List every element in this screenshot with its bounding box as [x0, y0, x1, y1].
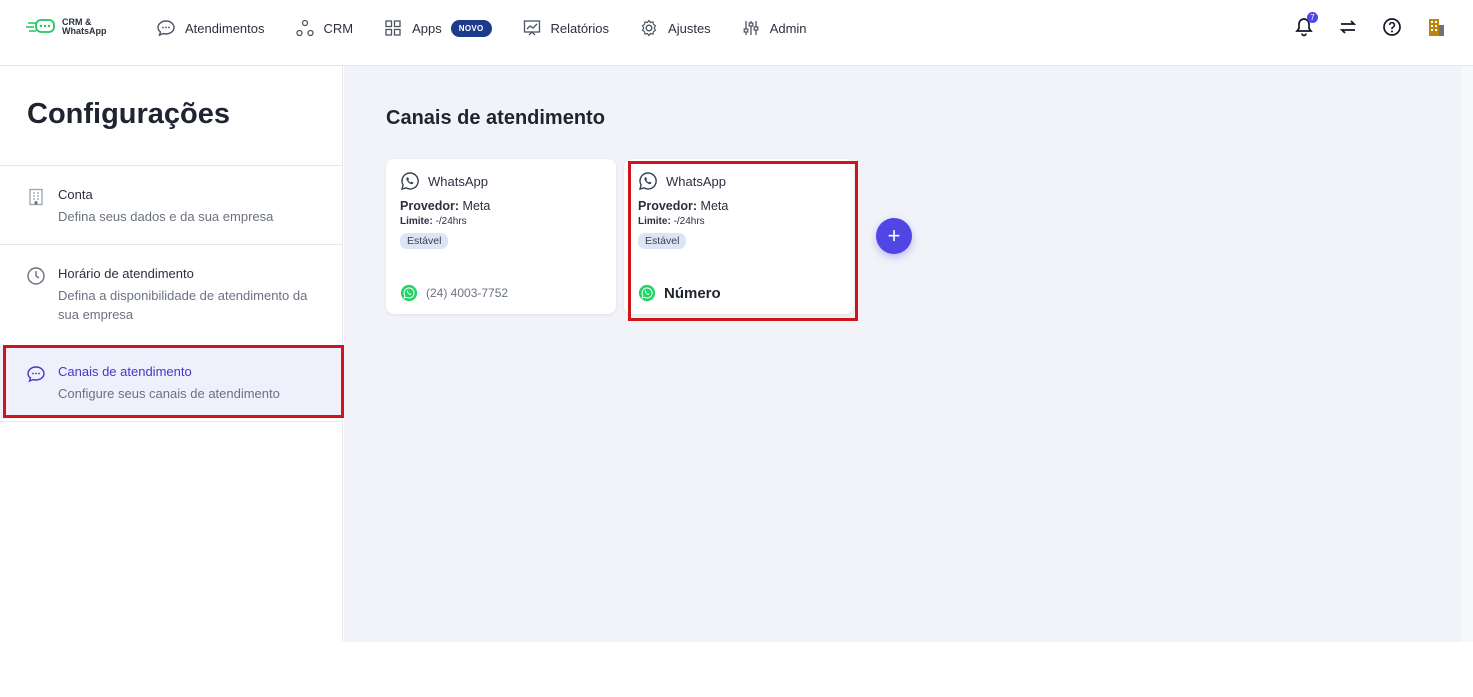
provider-label: Provedor:: [400, 199, 460, 213]
sidebar-item-desc: Defina seus dados e da sua empresa: [58, 209, 274, 224]
sidebar-item-label: Conta: [58, 187, 93, 202]
nodes-icon: [295, 19, 314, 37]
whatsapp-icon: [638, 284, 656, 302]
provider-value: Meta: [700, 199, 729, 213]
phone-row: (24) 4003-7752: [400, 284, 508, 302]
novo-badge: NOVO: [450, 19, 492, 37]
sidebar-item-label: Horário de atendimento: [58, 266, 194, 281]
page-title: Canais de atendimento: [386, 107, 605, 129]
grid-icon: [385, 20, 401, 36]
sidebar-item-label: Canais de atendimento: [58, 364, 192, 379]
phone-number: Número: [664, 284, 721, 302]
arrows-swap-icon: [1339, 20, 1357, 34]
company-building-icon: [1429, 19, 1444, 36]
sidebar-divider: [0, 165, 343, 166]
building-icon: [29, 188, 43, 206]
channel-card[interactable]: WhatsApp Provedor: Meta Limite: -/24hrs …: [386, 159, 616, 314]
sidebar-divider: [0, 421, 343, 422]
clock-icon: [27, 267, 45, 285]
sidebar-item-conta[interactable]: Conta Defina seus dados e da sua empresa: [0, 187, 343, 245]
provider-row: Provedor: Meta: [638, 199, 840, 213]
chat-bubble-icon: [157, 20, 175, 37]
sidebar-item-desc: Configure seus canais de atendimento: [58, 386, 280, 401]
nav-relatorios[interactable]: Relatórios: [522, 18, 610, 38]
limit-row: Limite: -/24hrs: [638, 216, 840, 227]
channel-card[interactable]: WhatsApp Provedor: Meta Limite: -/24hrs …: [624, 159, 854, 314]
whatsapp-outline-icon: [401, 172, 419, 190]
switch-button[interactable]: [1337, 16, 1359, 38]
chat-icon: [27, 366, 45, 383]
limit-label: Limite:: [400, 216, 433, 227]
main-content: Canais de atendimento WhatsApp Provedor:…: [344, 66, 1461, 642]
help-icon: [1383, 18, 1401, 36]
nav-atendimentos[interactable]: Atendimentos: [156, 18, 265, 38]
whatsapp-outline-icon: [639, 172, 657, 190]
status-badge: Estável: [400, 233, 449, 249]
settings-sidebar: Configurações Conta Defina seus dados e …: [0, 66, 343, 642]
company-button[interactable]: [1425, 16, 1447, 38]
nav-admin-label: Admin: [769, 20, 807, 36]
sidebar-title: Configurações: [27, 98, 231, 130]
sliders-icon: [743, 21, 759, 35]
channel-name: WhatsApp: [666, 173, 726, 189]
nav-apps[interactable]: Apps NOVO: [383, 18, 492, 38]
whatsapp-icon: [400, 284, 418, 302]
provider-label: Provedor:: [638, 199, 698, 213]
sidebar-item-desc: Defina a disponibilidade de atendimento …: [58, 288, 308, 322]
nav-apps-label: Apps: [412, 20, 442, 36]
phone-row: Número: [638, 284, 721, 302]
nav-crm[interactable]: CRM: [295, 18, 354, 38]
main-nav: Atendimentos CRM Apps NOVO Relatórios Aj…: [156, 0, 837, 56]
top-navbar: CRM & WhatsApp Atendimentos CRM Apps NOV…: [0, 0, 1473, 66]
limit-label: Limite:: [638, 216, 671, 227]
report-chart-icon: [523, 20, 540, 36]
scrollbar[interactable]: [1461, 66, 1473, 642]
brand-line2: WhatsApp: [62, 26, 107, 36]
limit-value: -/24hrs: [673, 216, 705, 227]
gear-icon: [641, 19, 657, 37]
nav-atendimentos-label: Atendimentos: [185, 20, 265, 36]
top-right-actions: 7: [1293, 12, 1447, 38]
card-header: WhatsApp: [400, 171, 602, 191]
phone-number: (24) 4003-7752: [426, 286, 509, 300]
channel-name: WhatsApp: [428, 173, 488, 189]
help-button[interactable]: [1381, 16, 1403, 38]
limit-row: Limite: -/24hrs: [400, 216, 602, 227]
nav-admin[interactable]: Admin: [741, 18, 807, 38]
limit-value: -/24hrs: [435, 216, 467, 227]
nav-relatorios-label: Relatórios: [550, 20, 610, 36]
provider-value: Meta: [462, 199, 491, 213]
card-header: WhatsApp: [638, 171, 840, 191]
brand-logo[interactable]: CRM & WhatsApp: [26, 17, 107, 37]
nav-ajustes[interactable]: Ajustes: [639, 18, 711, 38]
add-channel-button[interactable]: +: [876, 218, 912, 254]
notifications-count: 7: [1307, 12, 1318, 23]
sidebar-divider: [0, 244, 343, 245]
logo-icon: [26, 19, 55, 33]
sidebar-item-canais[interactable]: Canais de atendimento Configure seus can…: [0, 346, 343, 418]
notifications-button[interactable]: 7: [1293, 12, 1318, 38]
provider-row: Provedor: Meta: [400, 199, 602, 213]
nav-ajustes-label: Ajustes: [668, 20, 711, 36]
status-badge: Estável: [638, 233, 687, 249]
sidebar-item-horario[interactable]: Horário de atendimento Defina a disponib…: [0, 266, 343, 344]
nav-crm-label: CRM: [323, 20, 354, 36]
